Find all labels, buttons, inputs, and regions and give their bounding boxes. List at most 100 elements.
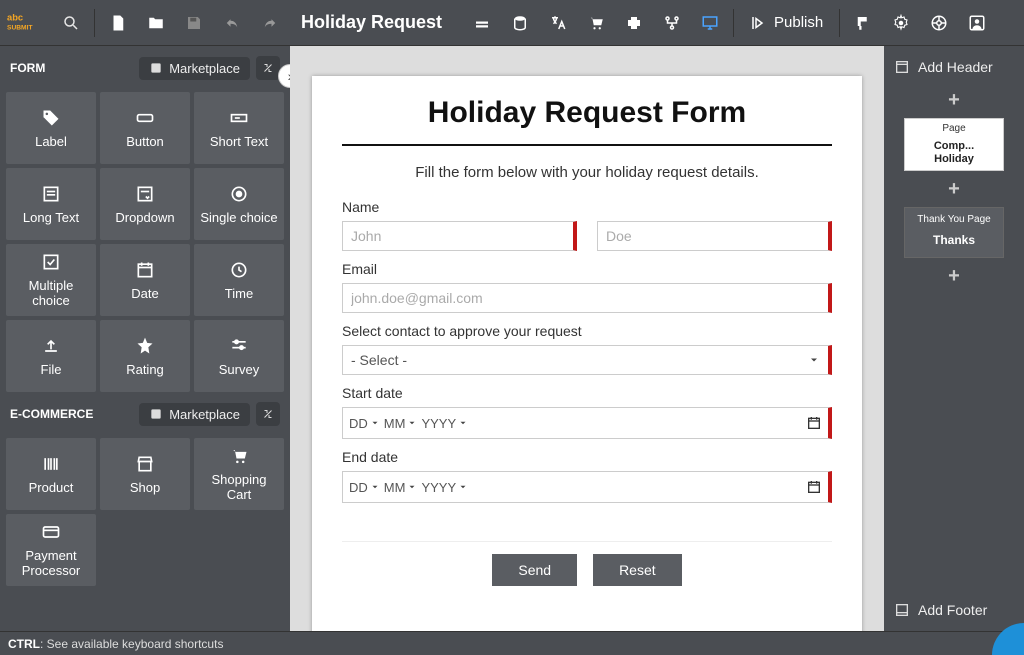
marketplace-button-form[interactable]: Marketplace <box>139 57 250 80</box>
palette-item-label[interactable]: Label <box>6 92 96 164</box>
label-name: Name <box>342 199 832 215</box>
field-email[interactable]: Email <box>342 261 832 313</box>
account-icon[interactable] <box>960 6 994 40</box>
palette-item-survey[interactable]: Survey <box>194 320 284 392</box>
palette-item-multiplechoice[interactable]: Multiple choice <box>6 244 96 316</box>
end-date-input[interactable]: DD MM YYYY <box>342 471 832 503</box>
end-date-mm[interactable]: MM <box>384 480 418 495</box>
add-page-mid-button[interactable]: + <box>944 179 964 199</box>
svg-text:abc: abc <box>7 12 23 22</box>
document-title[interactable]: Holiday Request <box>301 12 451 33</box>
marketplace-button-ecom[interactable]: Marketplace <box>139 403 250 426</box>
publish-label: Publish <box>774 14 823 31</box>
palette-item-paymentprocessor[interactable]: Payment Processor <box>6 514 96 586</box>
palette-label: Time <box>225 286 253 301</box>
translate-icon[interactable] <box>541 6 575 40</box>
chevron-down-icon <box>407 482 417 492</box>
label-start-date: Start date <box>342 385 832 401</box>
collapse-button-form[interactable] <box>256 56 280 80</box>
layers-icon[interactable] <box>465 6 499 40</box>
creditcard-icon <box>41 522 61 542</box>
form-title[interactable]: Holiday Request Form <box>342 96 832 146</box>
save-icon[interactable] <box>177 6 211 40</box>
sidebar-right: Add Header + Page Comp... Holiday + Than… <box>884 46 1024 631</box>
add-header-button[interactable]: Add Header <box>894 52 1014 82</box>
form-subtitle[interactable]: Fill the form below with your holiday re… <box>342 164 832 181</box>
calendar-icon[interactable] <box>806 415 822 431</box>
label-end-date: End date <box>342 449 832 465</box>
database-icon[interactable] <box>503 6 537 40</box>
palette-item-time[interactable]: Time <box>194 244 284 316</box>
palette-item-product[interactable]: Product <box>6 438 96 510</box>
add-footer-button[interactable]: Add Footer <box>894 595 1014 625</box>
workflow-icon[interactable] <box>655 6 689 40</box>
search-icon[interactable] <box>54 6 88 40</box>
checkbox-icon <box>41 252 61 272</box>
open-folder-icon[interactable] <box>139 6 173 40</box>
palette-label: Shopping Cart <box>198 472 280 502</box>
start-date-mm[interactable]: MM <box>384 416 418 431</box>
topbar: abc SUBMIT Holiday Request Publish <box>0 0 1024 46</box>
end-date-dd[interactable]: DD <box>349 480 380 495</box>
field-name[interactable]: Name <box>342 199 832 251</box>
new-file-icon[interactable] <box>101 6 135 40</box>
svg-text:SUBMIT: SUBMIT <box>7 24 33 31</box>
longtext-icon <box>41 184 61 204</box>
paint-icon[interactable] <box>846 6 880 40</box>
start-date-input[interactable]: DD MM YYYY <box>342 407 832 439</box>
chevron-down-icon <box>370 482 380 492</box>
undo-icon[interactable] <box>215 6 249 40</box>
add-page-bottom-button[interactable]: + <box>944 266 964 286</box>
page-thumbnail[interactable]: Page Comp... Holiday <box>904 118 1004 171</box>
field-contact[interactable]: Select contact to approve your request -… <box>342 323 832 375</box>
desktop-preview-icon[interactable] <box>693 6 727 40</box>
email-input[interactable] <box>342 283 832 313</box>
palette-item-shoppingcart[interactable]: Shopping Cart <box>194 438 284 510</box>
form-page[interactable]: Holiday Request Form Fill the form below… <box>312 76 862 631</box>
footer-prefix: CTRL <box>8 637 40 651</box>
help-icon[interactable] <box>922 6 956 40</box>
palette-label: Button <box>126 134 164 149</box>
canvas[interactable]: Holiday Request Form Fill the form below… <box>290 46 884 631</box>
puzzle-icon[interactable] <box>617 6 651 40</box>
section-title-form: FORM <box>6 61 45 75</box>
start-date-yyyy[interactable]: YYYY <box>421 416 468 431</box>
palette-ecom: Product Shop Shopping Cart Payment Proce… <box>6 438 284 586</box>
palette-item-file[interactable]: File <box>6 320 96 392</box>
shorttext-icon <box>229 108 249 128</box>
palette-item-dropdown[interactable]: Dropdown <box>100 168 190 240</box>
send-button[interactable]: Send <box>492 554 577 586</box>
chevron-down-icon <box>458 482 468 492</box>
palette-item-longtext[interactable]: Long Text <box>6 168 96 240</box>
add-page-top-button[interactable]: + <box>944 90 964 110</box>
palette-label: Label <box>35 134 67 149</box>
field-end-date[interactable]: End date DD MM YYYY <box>342 449 832 503</box>
palette-item-button[interactable]: Button <box>100 92 190 164</box>
first-name-input[interactable] <box>342 221 577 251</box>
contact-select[interactable]: - Select - <box>342 345 832 375</box>
cart-icon[interactable] <box>579 6 613 40</box>
collapse-button-ecom[interactable] <box>256 402 280 426</box>
reset-button[interactable]: Reset <box>593 554 682 586</box>
gear-icon[interactable] <box>884 6 918 40</box>
footer-text: : See available keyboard shortcuts <box>40 637 223 651</box>
palette-label: Dropdown <box>115 210 174 225</box>
start-date-dd[interactable]: DD <box>349 416 380 431</box>
last-name-input[interactable] <box>597 221 832 251</box>
palette-item-shop[interactable]: Shop <box>100 438 190 510</box>
palette-item-singlechoice[interactable]: Single choice <box>194 168 284 240</box>
redo-icon[interactable] <box>253 6 287 40</box>
field-start-date[interactable]: Start date DD MM YYYY <box>342 385 832 439</box>
thanks-thumbnail[interactable]: Thank You Page Thanks <box>904 207 1004 258</box>
end-date-yyyy[interactable]: YYYY <box>421 480 468 495</box>
palette-label: Date <box>131 286 158 301</box>
marketplace-label: Marketplace <box>169 407 240 422</box>
logo[interactable]: abc SUBMIT <box>4 8 50 38</box>
section-actions-form: Marketplace <box>139 56 284 80</box>
palette-item-shorttext[interactable]: Short Text <box>194 92 284 164</box>
store-icon <box>135 454 155 474</box>
palette-item-rating[interactable]: Rating <box>100 320 190 392</box>
calendar-icon[interactable] <box>806 479 822 495</box>
palette-item-date[interactable]: Date <box>100 244 190 316</box>
publish-button[interactable]: Publish <box>740 6 833 40</box>
